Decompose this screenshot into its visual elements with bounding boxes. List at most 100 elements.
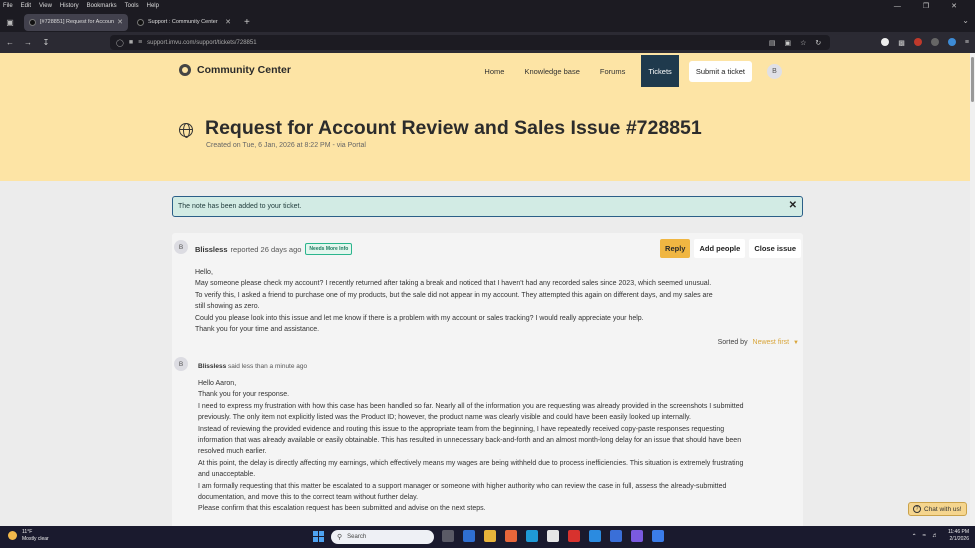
clock[interactable]: 11:46 PM 2/1/2026 [948, 529, 969, 543]
close-window-icon[interactable]: ✕ [951, 2, 957, 10]
task-view-icon[interactable] [442, 530, 454, 542]
close-issue-button[interactable]: Close issue [749, 239, 801, 258]
downloads-icon[interactable]: ↧ [38, 38, 54, 47]
menu-view[interactable]: View [39, 3, 52, 9]
sort-control: Sorted by Newest first ▼ [718, 339, 799, 346]
taskbar: 11°F Mostly clear ⚲ Search ⌃ ≈ ♬ 11:46 P… [0, 526, 975, 548]
first-message-body: Hello, May someone please check my accou… [195, 267, 775, 335]
puzzle-icon[interactable]: ▩ [898, 39, 905, 47]
reply-button[interactable]: Reply [660, 239, 691, 258]
minimize-icon[interactable]: — [894, 3, 901, 10]
edge-icon[interactable] [526, 530, 538, 542]
status-badge: Needs More Info [305, 243, 353, 255]
close-icon[interactable]: ✕ [789, 200, 797, 211]
account-icon[interactable] [947, 37, 956, 48]
add-people-button[interactable]: Add people [694, 239, 746, 258]
help-app-icon[interactable] [589, 530, 601, 542]
weather-widget[interactable]: 11°F Mostly clear [8, 529, 49, 542]
message-line: and unacceptable. [198, 471, 256, 479]
volume-icon[interactable]: ♬ [932, 533, 938, 539]
permissions-icon[interactable]: ≡ [138, 39, 142, 46]
chevron-down-icon[interactable]: ▼ [793, 340, 799, 346]
close-tab-icon[interactable]: ✕ [225, 18, 231, 26]
search-icon: ⚲ [337, 534, 343, 541]
toolbar-right: ▤ ▣ ☆ ↻ ▩ ≡ [760, 35, 969, 50]
restore-icon[interactable]: ❐ [923, 2, 929, 10]
store-icon[interactable] [547, 530, 559, 542]
weather-icon [8, 531, 17, 540]
app-icon[interactable] [568, 530, 580, 542]
menu-bar: File Edit View History Bookmarks Tools H… [0, 0, 975, 12]
tab-overview-icon[interactable]: ▣ [0, 18, 20, 27]
shield-icon[interactable]: ◯ [116, 39, 124, 47]
tab-title: [#728851] Request for Account [40, 19, 115, 25]
message-line: Hello Aaron, [198, 380, 237, 387]
taskbar-search[interactable]: ⚲ Search [331, 530, 434, 544]
nav-knowledge-base[interactable]: Knowledge base [524, 67, 579, 76]
message-author[interactable]: Blissless [195, 245, 228, 254]
menu-tools[interactable]: Tools [125, 3, 139, 9]
nav-forums[interactable]: Forums [600, 67, 625, 76]
scrollbar-thumb[interactable] [971, 57, 974, 102]
tab-ticket[interactable]: [#728851] Request for Account ✕ [24, 13, 128, 31]
app-icon[interactable] [652, 530, 664, 542]
mail-icon[interactable] [610, 530, 622, 542]
page-scrollbar[interactable] [970, 53, 975, 526]
help-icon: ? [913, 505, 921, 513]
file-explorer-icon[interactable] [484, 530, 496, 542]
success-alert: The note has been added to your ticket. … [172, 196, 803, 217]
bookmark-star-icon[interactable]: ☆ [800, 39, 806, 47]
tab-support[interactable]: Support : Community Center ✕ [132, 14, 236, 31]
new-tab-icon[interactable]: + [244, 17, 250, 28]
menu-file[interactable]: File [3, 3, 13, 9]
discord-icon[interactable] [631, 530, 643, 542]
url-bar[interactable]: ◯ ■ ≡ support.imvu.com/support/tickets/7… [110, 35, 830, 50]
chat-with-us-button[interactable]: ? Chat with us! [908, 502, 967, 516]
close-tab-icon[interactable]: ✕ [117, 18, 123, 26]
submit-ticket-button[interactable]: Submit a ticket [688, 60, 752, 82]
tab-favicon-icon [29, 18, 36, 26]
message-author[interactable]: Blissless [198, 363, 226, 370]
message-line: Hello, [195, 269, 213, 276]
app-icon[interactable] [463, 530, 475, 542]
brand[interactable]: Community Center [179, 64, 291, 76]
screenshot-icon[interactable]: ▣ [785, 39, 792, 47]
nav-tickets[interactable]: Tickets [641, 55, 679, 87]
menu-bookmarks[interactable]: Bookmarks [87, 3, 117, 9]
user-avatar[interactable]: B [767, 63, 782, 79]
extension-icon[interactable] [881, 37, 890, 48]
message-line: At this point, the delay is directly aff… [198, 459, 744, 467]
adblock-icon[interactable] [913, 37, 922, 48]
lock-icon[interactable]: ■ [129, 39, 133, 46]
tab-title: Support : Community Center [148, 19, 218, 25]
wifi-icon[interactable]: ≈ [923, 533, 926, 539]
forward-icon[interactable]: → [20, 38, 36, 47]
menu-help[interactable]: Help [147, 3, 159, 9]
windows-start-icon[interactable] [313, 531, 324, 542]
back-icon[interactable]: ← [2, 38, 18, 47]
ticket-title-row: Request for Account Review and Sales Iss… [179, 117, 702, 140]
tab-strip: ▣ [#728851] Request for Account ✕ Suppor… [0, 12, 975, 32]
system-tray: ⌃ ≈ ♬ 11:46 PM 2/1/2026 [912, 529, 969, 543]
nav-home[interactable]: Home [484, 67, 504, 76]
menu-history[interactable]: History [60, 3, 79, 9]
sort-label: Sorted by [717, 339, 748, 346]
url-text[interactable]: support.imvu.com/support/tickets/728851 [147, 40, 256, 46]
navigation-bar: ← → ↧ ◯ ■ ≡ support.imvu.com/support/tic… [0, 32, 975, 53]
message-line: Instead of reviewing the provided eviden… [198, 425, 725, 433]
message-line: Thank you for your time and assistance. [195, 326, 320, 334]
reload-icon[interactable]: ↻ [815, 39, 821, 47]
reader-view-icon[interactable]: ▤ [769, 39, 776, 47]
chevron-up-icon[interactable]: ⌃ [912, 533, 917, 540]
firefox-icon[interactable] [505, 530, 517, 542]
vpn-icon[interactable] [930, 37, 939, 48]
hamburger-menu-icon[interactable]: ≡ [965, 39, 969, 46]
brand-name: Community Center [197, 64, 291, 76]
tab-list-chevron-icon[interactable]: ⌄ [962, 16, 969, 25]
globe-icon [179, 123, 193, 138]
first-message-meta: Blissless reported 26 days ago Needs Mor… [195, 243, 353, 255]
weather-condition: Mostly clear [22, 535, 49, 542]
clock-time: 11:46 PM [947, 529, 969, 535]
menu-edit[interactable]: Edit [21, 3, 31, 9]
sort-dropdown[interactable]: Newest first [753, 339, 790, 346]
